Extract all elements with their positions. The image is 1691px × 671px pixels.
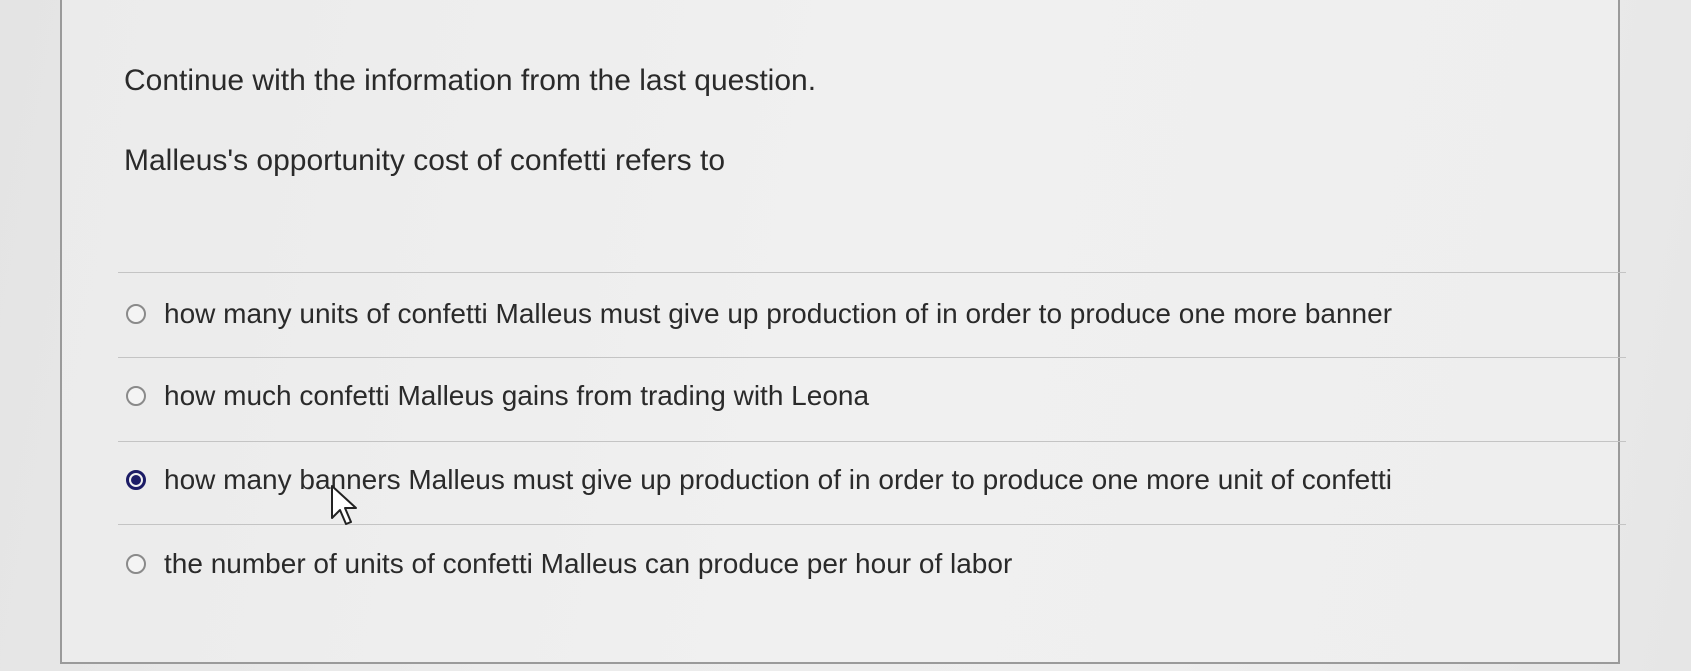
option-4-label: the number of units of confetti Malleus …	[164, 548, 1013, 579]
option-1-label: how many units of confetti Malleus must …	[164, 298, 1393, 329]
option-4[interactable]: the number of units of confetti Malleus …	[126, 548, 1012, 580]
mouse-pointer-icon	[331, 485, 357, 525]
divider	[118, 272, 1626, 273]
radio-button-selected-icon[interactable]	[126, 470, 146, 490]
option-2[interactable]: how much confetti Malleus gains from tra…	[126, 380, 869, 412]
question-intro: Continue with the information from the l…	[124, 64, 817, 97]
option-2-label: how much confetti Malleus gains from tra…	[164, 380, 870, 411]
radio-button-icon[interactable]	[126, 554, 146, 574]
radio-button-icon[interactable]	[126, 386, 146, 406]
divider	[118, 357, 1626, 358]
page: Continue with the information from the l…	[0, 0, 1691, 671]
option-3[interactable]: how many banners Malleus must give up pr…	[126, 464, 1392, 496]
radio-button-icon[interactable]	[126, 304, 146, 324]
divider	[118, 441, 1626, 442]
question-card: Continue with the information from the l…	[60, 0, 1626, 664]
option-1[interactable]: how many units of confetti Malleus must …	[126, 298, 1392, 330]
question-prompt: Malleus's opportunity cost of confetti r…	[124, 144, 726, 177]
